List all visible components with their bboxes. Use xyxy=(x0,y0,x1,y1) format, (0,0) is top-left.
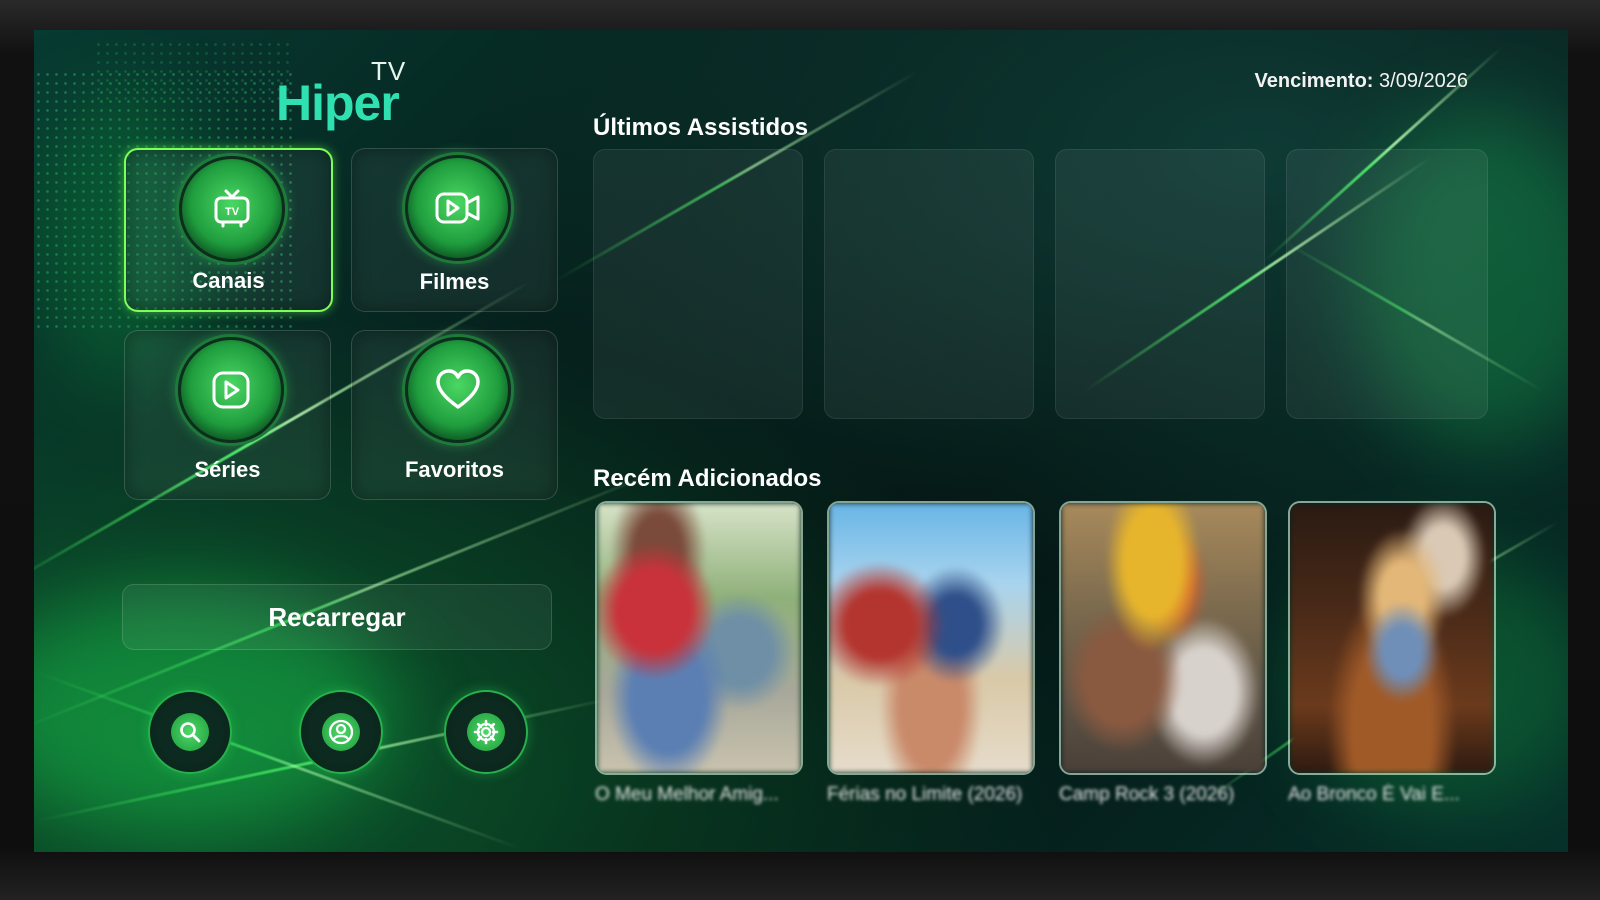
recent-section-title: Últimos Assistidos xyxy=(593,114,809,141)
play-icon xyxy=(177,337,284,443)
expiry-date: Vencimento: 3/09/2026 xyxy=(1255,70,1468,93)
search-button[interactable] xyxy=(148,690,232,774)
search-icon xyxy=(171,713,209,751)
poster-title: O Meu Melhor Amig... xyxy=(595,784,779,805)
app-screen: TV Hiper Vencimento: 3/09/2026 TV Canais… xyxy=(34,30,1568,852)
poster-image xyxy=(829,503,1033,773)
menu-label: Favoritos xyxy=(404,457,505,482)
recent-slot[interactable] xyxy=(593,149,803,419)
menu-card-canais[interactable]: TV Canais xyxy=(124,148,333,312)
video-camera-icon xyxy=(404,155,511,261)
poster-title: Férias no Limite (2026) xyxy=(827,784,1023,805)
recent-slot[interactable] xyxy=(824,149,1034,419)
poster-title: Camp Rock 3 (2026) xyxy=(1059,784,1235,805)
poster-card[interactable] xyxy=(595,501,803,775)
gear-icon xyxy=(467,713,505,751)
poster-card[interactable] xyxy=(827,501,1035,775)
menu-card-favoritos[interactable]: Favoritos xyxy=(351,330,558,500)
heart-icon xyxy=(404,337,511,443)
reload-button[interactable]: Recarregar xyxy=(122,584,552,650)
svg-text:TV: TV xyxy=(224,206,239,218)
recent-slot[interactable] xyxy=(1286,149,1488,419)
expiry-label: Vencimento: xyxy=(1254,70,1374,92)
user-profile-icon xyxy=(322,713,360,751)
poster-image xyxy=(1061,503,1265,773)
poster-image xyxy=(1290,503,1494,773)
poster-card[interactable] xyxy=(1288,501,1496,775)
tv-icon: TV xyxy=(178,156,285,262)
poster-image xyxy=(597,503,801,773)
menu-card-filmes[interactable]: Filmes xyxy=(351,148,558,312)
profile-button[interactable] xyxy=(299,690,383,774)
poster-title: Ao Bronco É Vai E... xyxy=(1288,784,1460,805)
menu-card-series[interactable]: Séries xyxy=(124,330,331,500)
menu-label: Canais xyxy=(192,268,265,293)
logo-name-text: Hiper xyxy=(276,75,400,131)
settings-button[interactable] xyxy=(444,690,528,774)
recent-slot[interactable] xyxy=(1055,149,1265,419)
menu-label: Filmes xyxy=(419,269,490,294)
expiry-value: 3/09/2026 xyxy=(1379,70,1468,92)
app-logo: TV Hiper xyxy=(276,56,426,131)
menu-label: Séries xyxy=(194,457,261,482)
poster-card[interactable] xyxy=(1059,501,1267,775)
added-section-title: Recém Adicionados xyxy=(593,465,822,492)
